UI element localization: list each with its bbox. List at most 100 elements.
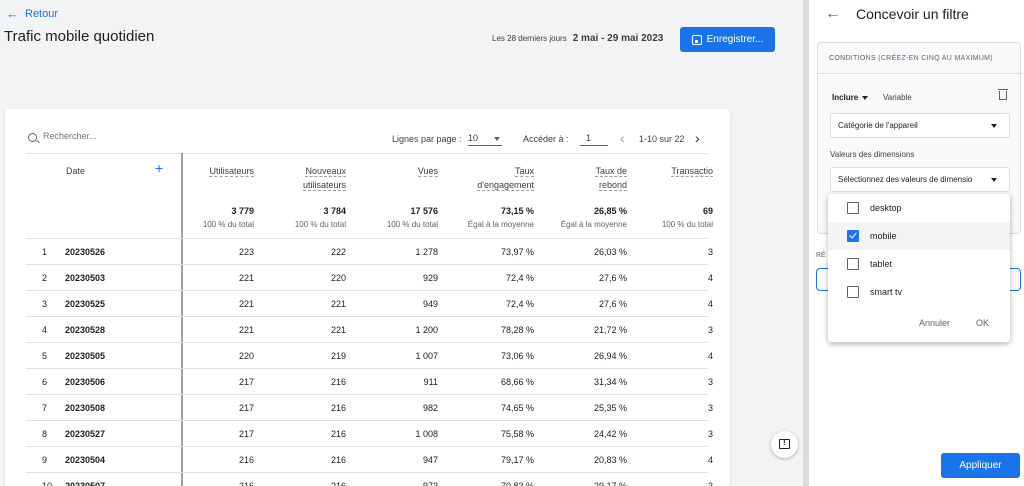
row-index: 7 — [42, 403, 48, 413]
column-header-line1: Taux de — [595, 166, 627, 177]
row-date: 20230507 — [65, 481, 106, 486]
row-index: 8 — [42, 429, 48, 439]
column-header[interactable]: Vues — [417, 164, 438, 178]
table-cell: 25,35 % — [593, 403, 627, 413]
total-value: 73,15 % — [500, 206, 534, 216]
checkbox[interactable] — [847, 202, 859, 214]
column-header[interactable]: Transactio — [671, 164, 713, 178]
checkbox[interactable] — [847, 258, 859, 270]
table-row[interactable]: 9 20230504 216 216 947 79,17 % 20,83 % 4 — [26, 446, 713, 472]
dropdown-option[interactable]: mobile — [828, 222, 1010, 250]
column-header-line2: d'engagement — [477, 180, 534, 191]
column-header[interactable]: Taux d'engagement — [477, 164, 534, 192]
save-button[interactable]: Enregistrer... — [680, 27, 775, 52]
table-row[interactable]: 8 20230527 217 216 1 008 75,58 % 24,42 % 3 — [26, 420, 713, 446]
panel-title: Concevoir un filtre — [856, 6, 969, 22]
table-cell: 222 — [330, 247, 346, 257]
total-percent: 100 % du total — [202, 220, 254, 229]
column-header[interactable]: Nouveaux utilisateurs — [302, 164, 346, 192]
conditions-label: CONDITIONS (CRÉEZ-EN CINQ AU MAXIMUM) — [829, 55, 993, 62]
table-cell: 21,72 % — [593, 325, 627, 335]
row-date: 20230503 — [65, 273, 106, 283]
table-cell: 216 — [330, 377, 346, 387]
row-date: 20230526 — [65, 247, 106, 257]
row-date: 20230508 — [65, 403, 106, 413]
dropdown-option[interactable]: smart tv — [828, 278, 1010, 306]
table-cell: 1 008 — [415, 429, 438, 439]
checkbox[interactable] — [847, 230, 859, 242]
back-link[interactable]: ← Retour — [6, 6, 58, 21]
delete-icon[interactable] — [998, 89, 1008, 100]
search-icon — [28, 133, 37, 142]
table-cell: 26,94 % — [593, 351, 627, 361]
row-index: 6 — [42, 377, 48, 387]
table-cell: 31,34 % — [593, 377, 627, 387]
table-cell: 220 — [238, 351, 254, 361]
dropdown-option[interactable]: desktop — [828, 194, 1010, 222]
table-row[interactable]: 3 20230525 221 221 949 72,4 % 27,6 % 4 — [26, 290, 713, 316]
row-index: 4 — [42, 325, 48, 335]
column-header[interactable]: Utilisateurs — [209, 164, 254, 178]
variable-label: Variable — [883, 93, 912, 102]
chevron-down-icon — [862, 95, 869, 100]
table-row[interactable]: 4 20230528 221 221 1 200 78,28 % 21,72 % 3 — [26, 316, 713, 342]
feedback-button[interactable] — [771, 431, 798, 458]
table-cell: 75,58 % — [500, 429, 534, 439]
date-range-picker[interactable]: Les 28 derniers jours 2 mai - 29 mai 202… — [492, 33, 663, 44]
panel-back-icon[interactable]: ← — [825, 5, 841, 23]
table-cell: 78,28 % — [500, 325, 534, 335]
row-date: 20230504 — [65, 455, 106, 465]
table-header: Date + Utilisateurs Nouveaux utilisateurs V… — [26, 153, 713, 238]
add-column-icon[interactable]: + — [155, 160, 163, 176]
save-icon — [691, 34, 702, 45]
table-row[interactable]: 1 20230526 223 222 1 278 73,97 % 26,03 % 3 — [26, 238, 713, 264]
table-cell: 1 007 — [415, 351, 438, 361]
include-select[interactable]: Inclure — [832, 93, 869, 102]
dimension-values-select[interactable]: Sélectionnez des valeurs de dimensio — [830, 167, 1010, 192]
date-column-header[interactable]: Date — [66, 164, 85, 178]
table-row[interactable]: 2 20230503 221 220 929 72,4 % 27,6 % 4 — [26, 264, 713, 290]
dimension-values-placeholder: Sélectionnez des valeurs de dimensio — [838, 175, 973, 184]
next-page-icon[interactable]: › — [695, 130, 700, 146]
table-cell: 20,83 % — [593, 455, 627, 465]
table-cell: 27,6 % — [598, 273, 627, 283]
rows-per-page-value: 10 — [468, 133, 479, 143]
total-value: 3 784 — [323, 206, 346, 216]
dropdown-option[interactable]: tablet — [828, 250, 1010, 278]
apply-button[interactable]: Appliquer — [941, 453, 1020, 478]
column-header-line1: Nouveaux — [305, 166, 346, 177]
cancel-button[interactable]: Annuler — [919, 318, 950, 328]
chevron-down-icon — [494, 137, 500, 141]
column-header[interactable]: Taux de rebond — [595, 164, 627, 192]
table-cell: 68,66 % — [500, 377, 534, 387]
prev-page-icon[interactable]: ‹ — [620, 130, 625, 146]
conditions-divider — [818, 73, 1022, 74]
table-row[interactable]: 5 20230505 220 219 1 007 73,06 % 26,94 % 4 — [26, 342, 713, 368]
table-cell: 4 — [707, 299, 713, 309]
table-row[interactable]: 6 20230506 217 216 911 68,66 % 31,34 % 3 — [26, 368, 713, 394]
table-cell: 982 — [422, 403, 438, 413]
back-label: Retour — [25, 7, 59, 20]
total-value: 26,85 % — [593, 206, 627, 216]
dimension-select[interactable]: Catégorie de l'appareil — [830, 113, 1010, 138]
table-cell: 221 — [330, 325, 346, 335]
table-cell: 4 — [707, 273, 713, 283]
search-input[interactable] — [43, 131, 163, 141]
total-value: 17 576 — [410, 206, 438, 216]
table-cell: 4 — [707, 455, 713, 465]
row-date: 20230505 — [65, 351, 106, 361]
goto-page-input[interactable]: 1 — [580, 131, 608, 146]
row-index: 2 — [42, 273, 48, 283]
checkbox[interactable] — [847, 286, 859, 298]
ok-button[interactable]: OK — [976, 318, 989, 328]
page-title: Trafic mobile quotidien — [4, 28, 155, 45]
table-cell: 3 — [707, 247, 713, 257]
total-percent: 100 % du total — [294, 220, 346, 229]
option-label: desktop — [870, 203, 902, 213]
pagination-text: 1-10 sur 22 — [639, 134, 685, 144]
table-row[interactable]: 10 20230507 216 216 973 70,83 % 29,17 % 3 — [26, 472, 713, 486]
table-cell: 219 — [330, 351, 346, 361]
table-row[interactable]: 7 20230508 217 216 982 74,65 % 25,35 % 3 — [26, 394, 713, 420]
column-header-line1: Transactio — [671, 166, 713, 177]
rows-per-page-select[interactable]: 10 — [468, 131, 502, 146]
